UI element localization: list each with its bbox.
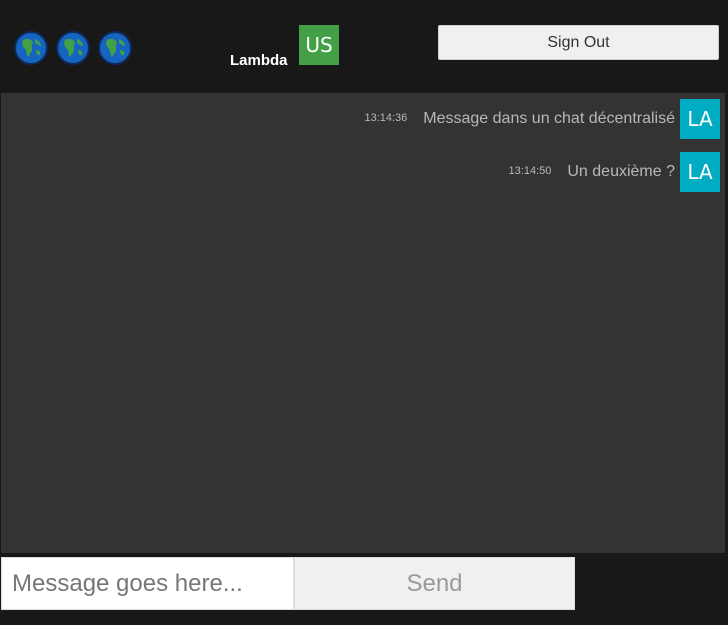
message-list[interactable]: 13:14:36 Message dans un chat décentrali… (1, 93, 725, 553)
message-timestamp: 13:14:36 (364, 112, 408, 124)
globe-icon[interactable] (56, 31, 90, 65)
send-button[interactable]: Send (294, 557, 575, 610)
bottom-divider (0, 625, 728, 629)
composer-bar: Send (0, 553, 728, 629)
message-input[interactable] (1, 557, 294, 610)
user-avatar: US (299, 25, 339, 65)
message-text: Message dans un chat décentralisé (423, 110, 675, 127)
header-bar: Lambda US Sign Out (0, 0, 728, 93)
message-avatar: LA (680, 152, 720, 192)
message-item: 13:14:50 Un deuxième ? LA (509, 152, 720, 192)
sign-out-button[interactable]: Sign Out (438, 25, 719, 60)
message-avatar: LA (680, 99, 720, 139)
chat-app: Lambda US Sign Out 13:14:36 Message dans… (0, 0, 728, 629)
globe-icon[interactable] (98, 31, 132, 65)
message-item: 13:14:36 Message dans un chat décentrali… (364, 99, 720, 139)
message-text: Un deuxième ? (567, 163, 675, 180)
globe-icon[interactable] (14, 31, 48, 65)
username-label: Lambda (230, 52, 288, 69)
message-timestamp: 13:14:50 (508, 165, 552, 177)
